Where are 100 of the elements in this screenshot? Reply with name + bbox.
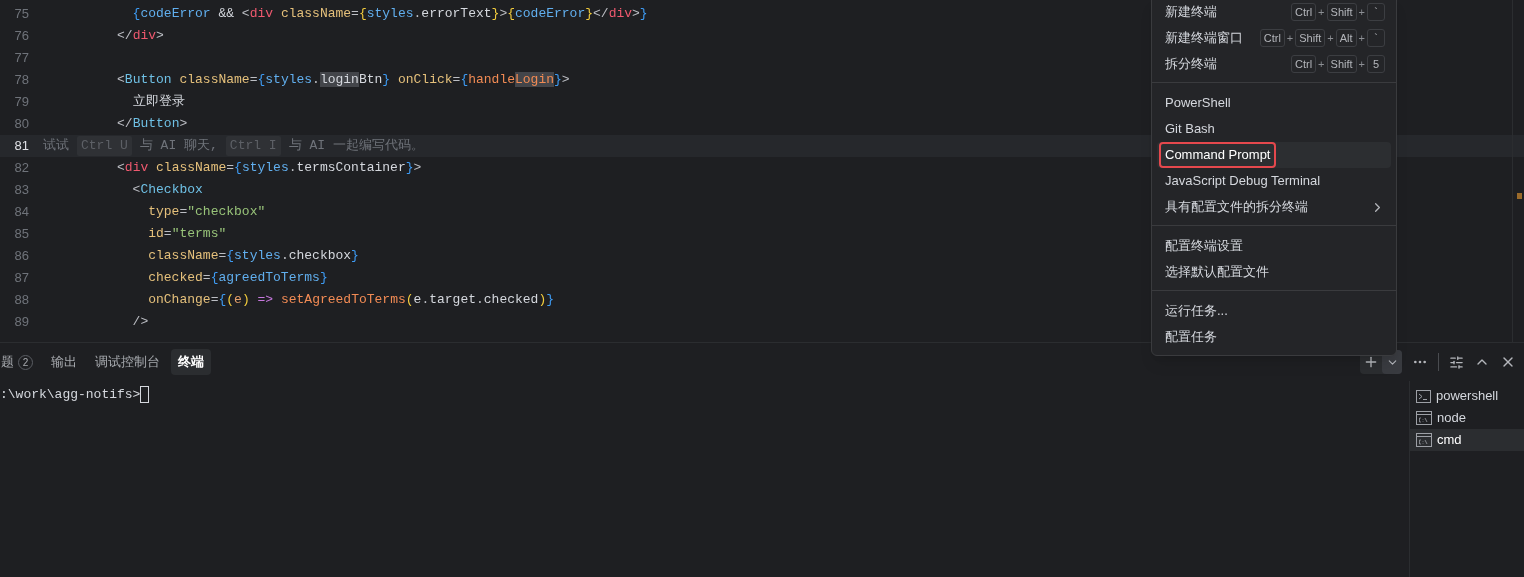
code-token: Login bbox=[515, 72, 554, 88]
code-token: { bbox=[218, 292, 227, 308]
code-token: div bbox=[249, 6, 274, 22]
scroll-marker bbox=[1517, 193, 1522, 199]
code-token: </ bbox=[116, 116, 133, 132]
code-token: < bbox=[116, 72, 125, 88]
code-token: > bbox=[156, 28, 164, 44]
code-token: { bbox=[507, 6, 515, 22]
menu-item[interactable]: 配置任务 bbox=[1157, 324, 1391, 350]
line-number: 89 bbox=[13, 313, 30, 331]
code-token: } bbox=[319, 270, 328, 286]
terminal-session[interactable]: cmd bbox=[1410, 429, 1524, 451]
code-token: { bbox=[257, 72, 266, 88]
code-token: Button bbox=[124, 72, 172, 88]
line-number: 78 bbox=[13, 71, 30, 89]
code-token: styles bbox=[366, 6, 414, 22]
shortcut-key: ` bbox=[1367, 3, 1385, 21]
menu-item[interactable]: 选择默认配置文件 bbox=[1157, 259, 1391, 285]
code-token: { bbox=[131, 6, 141, 22]
shortcut-key: Ctrl bbox=[1291, 3, 1317, 21]
line-number: 83 bbox=[13, 181, 30, 199]
code-token: checkbox bbox=[288, 248, 352, 264]
code-token: && bbox=[217, 6, 236, 22]
add-icon[interactable] bbox=[1363, 354, 1379, 370]
code-token: </ bbox=[593, 6, 609, 22]
code-token: } bbox=[491, 6, 500, 22]
menu-item[interactable]: 新建终端 Ctrl + Shift + ` bbox=[1157, 0, 1391, 25]
code-token: > bbox=[179, 116, 188, 132]
code-token: => bbox=[256, 292, 275, 308]
code-token: . bbox=[421, 292, 430, 308]
code-token: > bbox=[632, 6, 640, 22]
key-separator: + bbox=[1318, 56, 1325, 72]
command-window-icon bbox=[1416, 433, 1432, 447]
key-separator: + bbox=[1358, 4, 1365, 20]
key-separator: + bbox=[1358, 56, 1365, 72]
code-token: . bbox=[288, 160, 297, 176]
line-number: 80 bbox=[13, 115, 30, 133]
line-number: 81 bbox=[13, 137, 30, 155]
code-token: errorText bbox=[421, 6, 492, 22]
shortcut-key: Ctrl bbox=[1291, 55, 1317, 73]
hint-text: 与 AI 聊天, bbox=[139, 137, 218, 156]
code-token: checked bbox=[483, 292, 539, 308]
code-token: = bbox=[210, 292, 219, 308]
line-number: 76 bbox=[13, 27, 30, 45]
code-token: e bbox=[413, 292, 422, 308]
key-separator: + bbox=[1286, 30, 1294, 46]
settings-icon[interactable] bbox=[1449, 354, 1464, 370]
code-token: = bbox=[179, 204, 188, 220]
code-token: } bbox=[351, 248, 359, 264]
panel-tab[interactable]: 题 2 bbox=[0, 349, 40, 375]
code-token: "terms" bbox=[171, 226, 227, 242]
line-number: 88 bbox=[13, 291, 30, 309]
code-token: } bbox=[554, 72, 562, 88]
code-token: ( bbox=[405, 292, 414, 308]
code-token: > bbox=[561, 72, 570, 88]
menu-item[interactable]: Command Prompt bbox=[1157, 142, 1391, 168]
code-token: = bbox=[226, 160, 235, 176]
terminal-session[interactable]: powershell bbox=[1410, 385, 1524, 407]
menu-item[interactable]: Git Bash bbox=[1157, 116, 1391, 142]
menu-item[interactable]: 运行任务... bbox=[1157, 298, 1391, 324]
code-token: setAgreedToTerms bbox=[280, 292, 406, 308]
code-token: </ bbox=[116, 28, 133, 44]
code-token: className bbox=[178, 72, 250, 88]
code-token: checked bbox=[147, 270, 203, 286]
panel-tab[interactable]: 输出 bbox=[44, 349, 84, 375]
menu-item[interactable]: 新建终端窗口 Ctrl + Shift + Alt + ` bbox=[1157, 25, 1391, 51]
code-token: styles bbox=[265, 72, 313, 88]
line-number: 77 bbox=[13, 49, 30, 67]
code-token: "checkbox" bbox=[187, 204, 266, 220]
terminal-session[interactable]: node bbox=[1410, 407, 1524, 429]
code-token: } bbox=[585, 6, 594, 22]
code-token: Btn bbox=[358, 72, 383, 88]
menu-item[interactable]: JavaScript Debug Terminal bbox=[1157, 168, 1391, 194]
menu-item[interactable]: 配置终端设置 bbox=[1157, 233, 1391, 259]
panel-tab[interactable]: 调试控制台 bbox=[88, 349, 167, 375]
menu-item[interactable]: 拆分终端 Ctrl + Shift + 5 bbox=[1157, 51, 1391, 77]
code-token: > bbox=[499, 6, 508, 22]
terminal-prompt: :\work\agg-notifs> bbox=[0, 386, 141, 404]
code-token: = bbox=[452, 72, 461, 88]
line-number: 79 bbox=[13, 93, 30, 111]
code-token: ) bbox=[538, 292, 547, 308]
menu-item[interactable]: 具有配置文件的拆分终端 bbox=[1157, 194, 1391, 220]
code-token: = bbox=[163, 226, 172, 242]
code-token: = bbox=[218, 248, 227, 264]
terminal-prompt-icon bbox=[1416, 389, 1431, 403]
code-token: { bbox=[460, 72, 469, 88]
code-token: Button bbox=[132, 116, 180, 132]
code-token: className bbox=[155, 160, 227, 176]
code-token: className bbox=[279, 6, 352, 22]
code-token: onClick bbox=[396, 72, 453, 88]
shortcut-key: Shift bbox=[1326, 3, 1357, 21]
code-token: handle bbox=[468, 72, 515, 88]
line-number: 87 bbox=[13, 269, 30, 287]
code-token: ( bbox=[226, 292, 235, 308]
menu-item[interactable]: PowerShell bbox=[1157, 90, 1391, 116]
code-token: target bbox=[429, 292, 476, 308]
code-token: className bbox=[147, 248, 219, 264]
code-token: div bbox=[124, 160, 149, 176]
code-token: /> bbox=[131, 314, 149, 330]
panel-tab[interactable]: 终端 bbox=[171, 349, 211, 375]
